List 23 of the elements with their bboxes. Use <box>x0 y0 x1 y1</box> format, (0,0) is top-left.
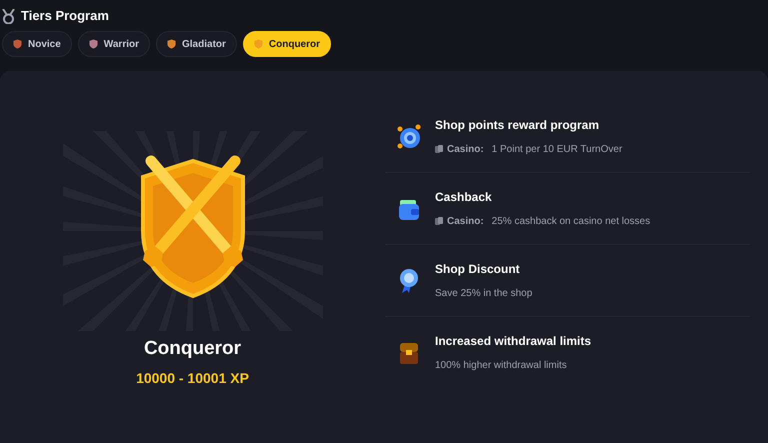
rosette-icon <box>399 268 419 294</box>
target-icon <box>396 124 422 150</box>
benefit-description: 100% higher withdrawal limits <box>435 359 568 373</box>
benefit-title: Shop Discount <box>435 261 521 278</box>
cards-icon <box>435 217 443 226</box>
page-title: Tiers Program <box>21 7 109 26</box>
chest-icon <box>399 340 419 364</box>
benefit-description: 1 Point per 10 EUR TurnOver <box>492 143 622 157</box>
tier-xp-range: 10000 - 10001 XP <box>136 368 249 388</box>
casino-label: Casino: <box>447 215 484 229</box>
benefit-description: 25% cashback on casino net losses <box>492 215 650 229</box>
tier-name: Conqueror <box>144 337 242 361</box>
tier-tab[interactable]: Warrior <box>78 31 150 57</box>
benefit-description: Save 25% in the shop <box>435 287 532 301</box>
casino-label: Casino: <box>447 143 484 157</box>
tier-tab[interactable]: Novice <box>2 31 72 57</box>
medal-icon <box>2 8 15 24</box>
tier-tab[interactable]: Gladiator <box>156 31 237 57</box>
benefit-title: Cashback <box>435 189 493 206</box>
cards-icon <box>435 145 443 154</box>
benefit-title: Increased withdrawal limits <box>435 333 592 350</box>
benefit-title: Shop points reward program <box>435 117 600 134</box>
tier-tab[interactable]: Conqueror <box>242 31 332 57</box>
